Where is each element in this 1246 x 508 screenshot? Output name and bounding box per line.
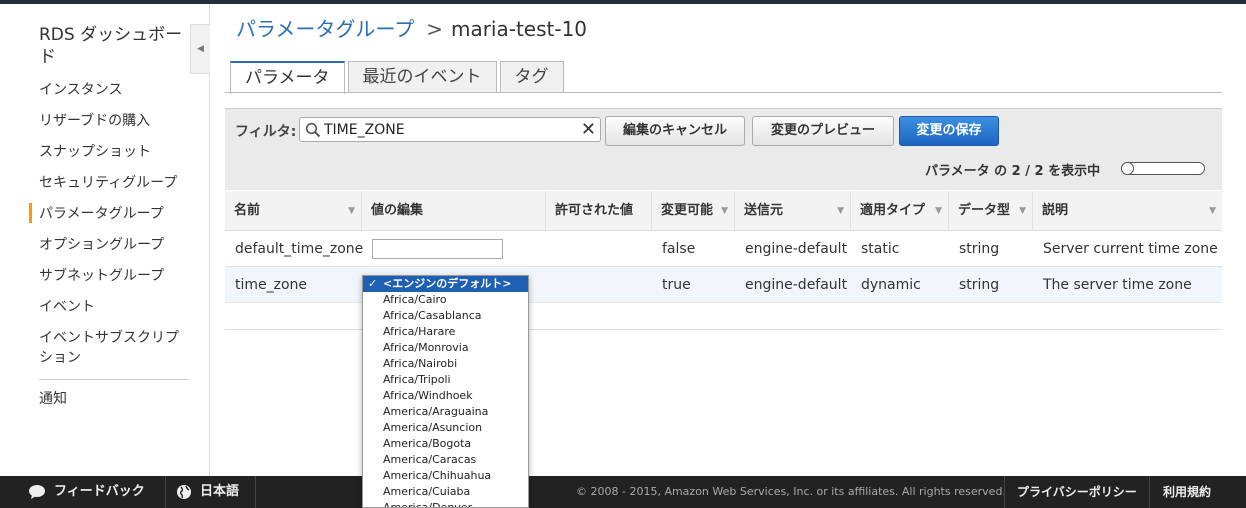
- breadcrumb-current: maria-test-10: [450, 17, 588, 41]
- tab-recent-events[interactable]: 最近のイベント: [347, 61, 497, 93]
- cell-apply-type: dynamic: [861, 277, 921, 293]
- breadcrumb: パラメータグループ > maria-test-10: [236, 16, 587, 42]
- sidebar-item-events[interactable]: イベント: [39, 296, 199, 327]
- cell-source: engine-default: [745, 241, 848, 257]
- dropdown-option[interactable]: Africa/Tripoli: [363, 372, 528, 388]
- sort-caret-icon: ▼: [1019, 206, 1026, 216]
- sidebar-divider: [39, 379, 189, 380]
- feedback-button[interactable]: フィードバック: [28, 476, 145, 508]
- sort-caret-icon: ▼: [837, 206, 844, 216]
- copyright-text: © 2008 - 2015, Amazon Web Services, Inc.…: [576, 485, 1006, 498]
- language-button[interactable]: 日本語: [176, 476, 239, 508]
- sidebar-item-event-subscriptions[interactable]: イベントサブスクリプション: [39, 327, 189, 375]
- footer-divider: [1149, 476, 1150, 508]
- dropdown-option-selected[interactable]: ✓ <エンジンのデフォルト>: [363, 276, 528, 292]
- dropdown-option[interactable]: Africa/Cairo: [363, 292, 528, 308]
- cell-name: time_zone: [235, 277, 308, 293]
- dropdown-option[interactable]: America/Bogota: [363, 436, 528, 452]
- tab-tags[interactable]: タグ: [499, 61, 564, 93]
- value-select-dropdown[interactable]: ✓ <エンジンのデフォルト> Africa/Cairo Africa/Casabl…: [362, 275, 529, 508]
- sidebar-item-parameter-groups[interactable]: パラメータグループ: [29, 203, 199, 234]
- footer-divider: [255, 476, 256, 508]
- column-header-apply-type[interactable]: 適用タイプ ▼: [851, 191, 949, 231]
- sort-caret-icon: ▼: [721, 206, 728, 216]
- value-edit-input[interactable]: [372, 239, 503, 259]
- dropdown-option[interactable]: America/Caracas: [363, 452, 528, 468]
- cancel-edit-button[interactable]: 編集のキャンセル: [605, 116, 745, 146]
- breadcrumb-parent-link[interactable]: パラメータグループ: [236, 17, 414, 41]
- sidebar-nav: インスタンス リザーブドの購入 スナップショット セキュリティグループ パラメー…: [29, 79, 199, 419]
- triangle-left-icon: ◀: [197, 44, 204, 54]
- sidebar-item-snapshots[interactable]: スナップショット: [39, 141, 199, 172]
- slider-knob[interactable]: [1121, 162, 1134, 175]
- dropdown-option[interactable]: America/Denver: [363, 500, 528, 507]
- dropdown-option[interactable]: America/Asuncion: [363, 420, 528, 436]
- save-changes-button[interactable]: 変更の保存: [899, 116, 999, 146]
- sort-caret-icon: ▼: [1209, 206, 1216, 216]
- dropdown-option[interactable]: Africa/Nairobi: [363, 356, 528, 372]
- sort-caret-icon: ▼: [348, 206, 355, 216]
- globe-icon: [177, 485, 191, 499]
- sort-caret-icon: ▼: [935, 206, 942, 216]
- dropdown-option[interactable]: America/Chihuahua: [363, 468, 528, 484]
- cell-source: engine-default: [745, 277, 848, 293]
- sidebar-item-security-groups[interactable]: セキュリティグループ: [39, 172, 199, 203]
- dropdown-option[interactable]: Africa/Casablanca: [363, 308, 528, 324]
- footer: フィードバック 日本語 © 2008 - 2015, Amazon Web Se…: [0, 476, 1246, 508]
- sidebar-item-notifications[interactable]: 通知: [39, 388, 199, 419]
- tab-underline: [225, 92, 1222, 93]
- search-icon: [305, 122, 321, 138]
- tab-parameters[interactable]: パラメータ: [230, 61, 345, 94]
- parameter-count: パラメータ の 2 / 2 を表示中: [925, 164, 1101, 179]
- column-width-slider[interactable]: [1121, 162, 1205, 175]
- column-header-edit-value[interactable]: 値の編集: [362, 191, 546, 231]
- toolbar: フィルタ: ✕ 編集のキャンセル 変更のプレビュー 変更の保存 パラメータ の …: [225, 108, 1222, 190]
- column-header-allowed-values[interactable]: 許可された値: [546, 191, 652, 231]
- dropdown-option[interactable]: Africa/Windhoek: [363, 388, 528, 404]
- sidebar-item-option-groups[interactable]: オプショングループ: [39, 234, 199, 265]
- sidebar-collapse-button[interactable]: ◀: [190, 24, 210, 74]
- footer-divider: [1004, 476, 1005, 508]
- speech-bubble-icon: [29, 485, 45, 499]
- filter-input[interactable]: [324, 120, 574, 140]
- dropdown-option[interactable]: Africa/Harare: [363, 324, 528, 340]
- sidebar-title[interactable]: RDS ダッシュボード: [39, 24, 189, 68]
- filter-box: ✕: [299, 117, 601, 142]
- dropdown-option[interactable]: America/Cuiaba: [363, 484, 528, 500]
- cell-modifiable: true: [662, 277, 691, 293]
- sidebar: RDS ダッシュボード インスタンス リザーブドの購入 スナップショット セキュ…: [0, 4, 210, 476]
- table-header: 名前 ▼ 値の編集 許可された値 変更可能 ▼ 送信元 ▼ 適用タイプ ▼ データ型 ▼ …: [225, 191, 1222, 231]
- sidebar-item-reserved-purchase[interactable]: リザーブドの購入: [39, 110, 199, 141]
- column-header-source[interactable]: 送信元 ▼: [735, 191, 851, 231]
- footer-divider: [165, 476, 166, 508]
- cell-data-type: string: [959, 277, 1000, 293]
- sidebar-item-instances[interactable]: インスタンス: [39, 79, 199, 110]
- column-header-name[interactable]: 名前 ▼: [225, 191, 362, 231]
- dropdown-option[interactable]: America/Araguaina: [363, 404, 528, 420]
- cell-name: default_time_zone: [235, 241, 364, 257]
- breadcrumb-separator: >: [426, 17, 443, 41]
- cell-modifiable: false: [662, 241, 696, 257]
- cell-apply-type: static: [861, 241, 900, 257]
- clear-filter-icon[interactable]: ✕: [581, 119, 596, 141]
- tab-bar: パラメータ 最近のイベント タグ: [230, 61, 567, 94]
- terms-of-use-link[interactable]: 利用規約: [1163, 476, 1211, 508]
- cell-description: The server time zone: [1043, 277, 1192, 293]
- column-header-data-type[interactable]: データ型 ▼: [949, 191, 1033, 231]
- sidebar-item-subnet-groups[interactable]: サブネットグループ: [39, 265, 199, 296]
- column-header-description[interactable]: 説明 ▼: [1033, 191, 1222, 231]
- preview-changes-button[interactable]: 変更のプレビュー: [752, 116, 894, 146]
- privacy-policy-link[interactable]: プライバシーポリシー: [1017, 476, 1137, 508]
- cell-description: Server current time zone: [1043, 241, 1218, 257]
- table-row[interactable]: default_time_zone false engine-default s…: [225, 231, 1222, 267]
- cell-data-type: string: [959, 241, 1000, 257]
- checkmark-icon: ✓: [368, 277, 378, 290]
- filter-label: フィルタ:: [235, 124, 297, 140]
- dropdown-option[interactable]: Africa/Monrovia: [363, 340, 528, 356]
- column-header-modifiable[interactable]: 変更可能 ▼: [652, 191, 735, 231]
